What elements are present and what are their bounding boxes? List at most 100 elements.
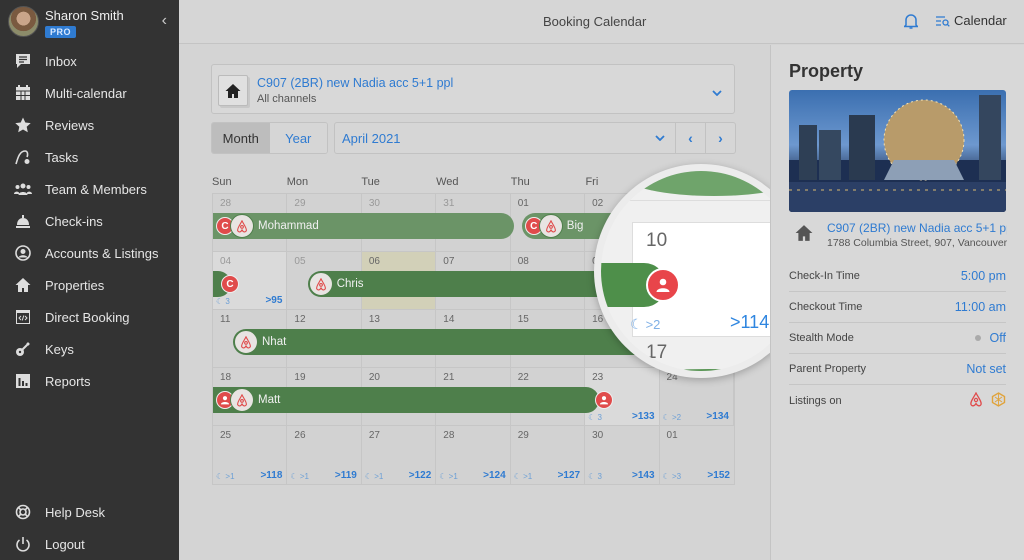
sidebar-item-inbox[interactable]: Inbox (0, 45, 179, 77)
sidebar-item-label: Help Desk (45, 504, 105, 520)
stealth-mode-value: Off (989, 331, 1006, 345)
row-label: Check-In Time (789, 270, 860, 282)
notifications-bell-icon[interactable] (902, 13, 920, 34)
guest-name: Big (566, 220, 584, 232)
calendar-day[interactable]: 01 ☾ >3 >152 (660, 426, 734, 484)
airbnb-icon[interactable] (969, 391, 983, 410)
moon-icon: ☾ (290, 472, 300, 481)
property-house-icon (795, 224, 813, 247)
calendar-search-icon (936, 15, 950, 27)
month-dropdown[interactable]: April 2021 (335, 123, 675, 153)
stealth-mode-toggle[interactable]: Off (974, 331, 1006, 345)
day-number: 11 (220, 314, 231, 325)
day-price: >152 (707, 470, 730, 481)
key-icon (14, 340, 32, 358)
sidebar-item-reports[interactable]: Reports (0, 365, 179, 397)
sidebar-item-keys[interactable]: Keys (0, 333, 179, 365)
tab-year[interactable]: Year (269, 123, 327, 153)
sidebar-item-reviews[interactable]: Reviews (0, 109, 179, 141)
magnified-nights: ☾ >2 (630, 316, 661, 332)
calendar-day[interactable]: 27 ☾ >1 >122 (362, 426, 437, 484)
prev-month-button[interactable]: ‹ (675, 123, 705, 153)
moon-icon: ☾ (216, 472, 226, 481)
booking-channel-icon[interactable] (991, 391, 1006, 410)
calendar-link-label: Calendar (954, 13, 1007, 28)
chevron-down-icon (655, 135, 665, 141)
moon-icon: ☾ (588, 413, 598, 422)
day-number: 13 (368, 314, 380, 325)
sidebar-item-help-desk[interactable]: Help Desk (0, 496, 179, 528)
day-number: 22 (517, 372, 529, 383)
nights-min: ☾ 3 (216, 297, 230, 306)
moon-icon: ☾ (216, 297, 226, 306)
calendar-day[interactable]: 28 ☾ >1 >124 (436, 426, 511, 484)
user-profile[interactable]: Sharon Smith PRO ‹ (8, 6, 173, 42)
sidebar-item-label: Inbox (45, 53, 77, 69)
day-price: >124 (483, 470, 506, 481)
power-icon (14, 535, 32, 553)
sidebar-item-check-ins[interactable]: Check-ins (0, 205, 179, 237)
selected-property-name: C907 (2BR) new Nadia acc 5+1 ppl (257, 76, 454, 90)
vacuum-icon (14, 148, 32, 166)
day-number: 29 (517, 430, 529, 441)
sidebar-item-label: Tasks (45, 149, 79, 165)
day-number: 31 (443, 198, 455, 209)
day-number: 04 (220, 256, 232, 267)
day-number: 28 (443, 430, 455, 441)
pro-badge: PRO (45, 26, 77, 38)
airbnb-icon (234, 330, 258, 354)
calendar-day[interactable]: 29 ☾ >1 >127 (511, 426, 586, 484)
collapse-sidebar-icon[interactable]: ‹ (162, 12, 167, 30)
weekday-label: Sun (212, 176, 232, 188)
sidebar-item-accounts-listings[interactable]: Accounts & Listings (0, 237, 179, 269)
sidebar-item-label: Keys (45, 341, 74, 357)
day-number: 15 (517, 314, 529, 325)
sidebar-item-direct-booking[interactable]: Direct Booking (0, 301, 179, 333)
house-icon (14, 276, 32, 294)
tab-month[interactable]: Month (212, 123, 270, 153)
day-number: 08 (517, 256, 529, 267)
calendar-day[interactable]: 26 ☾ >1 >119 (287, 426, 362, 484)
bell-desk-icon (14, 212, 32, 230)
booking-bar[interactable]: C Mohammad (213, 213, 514, 239)
sidebar-item-multi-calendar[interactable]: Multi-calendar (0, 77, 179, 109)
airbnb-icon (538, 214, 563, 238)
listings-on-row: Listings on (789, 385, 1006, 416)
day-price: >133 (632, 411, 655, 422)
code-window-icon (14, 308, 32, 326)
property-photo (789, 90, 1006, 212)
selected-property-channels: All channels (257, 93, 317, 105)
lifebuoy-icon (14, 503, 32, 521)
property-selector[interactable]: C907 (2BR) new Nadia acc 5+1 ppl All cha… (211, 64, 735, 114)
sidebar-item-label: Accounts & Listings (45, 245, 159, 261)
view-toggle: Month Year (211, 122, 328, 154)
booking-bar[interactable]: Matt (213, 387, 599, 413)
day-number: 29 (294, 198, 306, 209)
checkout-time-value[interactable]: 11:00 am (955, 300, 1006, 314)
checkout-time-row: Checkout Time 11:00 am (789, 292, 1006, 323)
moon-icon: ☾ (662, 472, 672, 481)
sidebar-item-team-members[interactable]: Team & Members (0, 173, 179, 205)
sidebar: Sharon Smith PRO ‹ Inbox Multi-calendar … (0, 0, 179, 560)
sidebar-item-logout[interactable]: Logout (0, 528, 179, 560)
parent-property-value[interactable]: Not set (966, 362, 1006, 376)
panel-property-name[interactable]: C907 (2BR) new Nadia acc 5+1 ppl (827, 221, 1007, 235)
sidebar-item-label: Logout (45, 536, 85, 552)
parent-property-row: Parent Property Not set (789, 354, 1006, 385)
calendar-view-link[interactable]: Calendar (936, 13, 1007, 28)
day-number: 23 (592, 372, 604, 383)
magnified-next-day: 17 (646, 342, 668, 363)
guest-status-icon (646, 268, 680, 302)
calendar-day[interactable]: 25 ☾ >1 >118 (213, 426, 288, 484)
sidebar-item-properties[interactable]: Properties (0, 269, 179, 301)
checkin-time-value[interactable]: 5:00 pm (961, 269, 1006, 283)
day-number: 01 (666, 430, 678, 441)
moon-icon: ☾ (439, 472, 449, 481)
day-price: >143 (632, 470, 655, 481)
next-month-button[interactable]: › (705, 123, 735, 153)
sidebar-item-tasks[interactable]: Tasks (0, 141, 179, 173)
current-month: April 2021 (342, 130, 401, 146)
guest-name: Mohammad (258, 220, 319, 232)
calendar-day[interactable]: 30 ☾ 3 >143 (585, 426, 660, 484)
day-number: 27 (368, 430, 380, 441)
